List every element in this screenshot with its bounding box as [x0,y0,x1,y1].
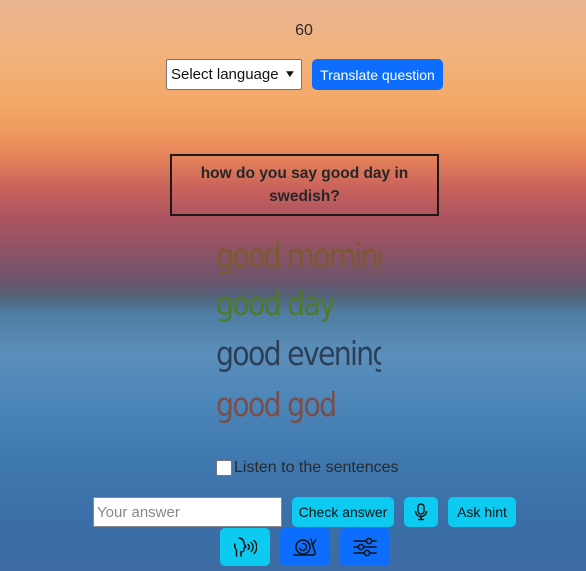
ask-hint-button[interactable]: Ask hint [448,497,516,527]
listen-toggle[interactable]: Listen to the sentences [216,459,399,477]
listen-label: Listen to the sentences [234,459,399,476]
microphone-button[interactable] [404,497,438,527]
answer-input-placeholder: Your answer [97,503,180,521]
language-select-value: Select language [171,66,279,83]
answer-input[interactable]: Your answer [93,497,282,527]
question-text: how do you say good day in swedish? [200,165,409,205]
translate-question-button[interactable]: Translate question [312,59,443,90]
speaking-head-icon [233,537,257,557]
countdown-timer: 60 [295,22,313,39]
speak-button[interactable] [220,528,270,566]
question-box: how do you say good day in swedish? [170,154,439,216]
language-select[interactable]: Select language ▼ [166,59,302,90]
answer-option[interactable]: good day [216,280,381,328]
settings-button[interactable] [340,528,390,566]
snail-icon [293,538,317,556]
slow-speech-button[interactable] [280,528,330,566]
microphone-icon [414,503,428,521]
sliders-icon [353,537,377,557]
answer-option[interactable]: good morning [216,232,381,280]
check-answer-button[interactable]: Check answer [292,497,394,527]
answer-option[interactable]: good evening [216,330,381,378]
chevron-down-icon: ▼ [283,69,296,80]
listen-checkbox[interactable] [216,460,232,476]
answer-option[interactable]: good god [216,381,381,429]
